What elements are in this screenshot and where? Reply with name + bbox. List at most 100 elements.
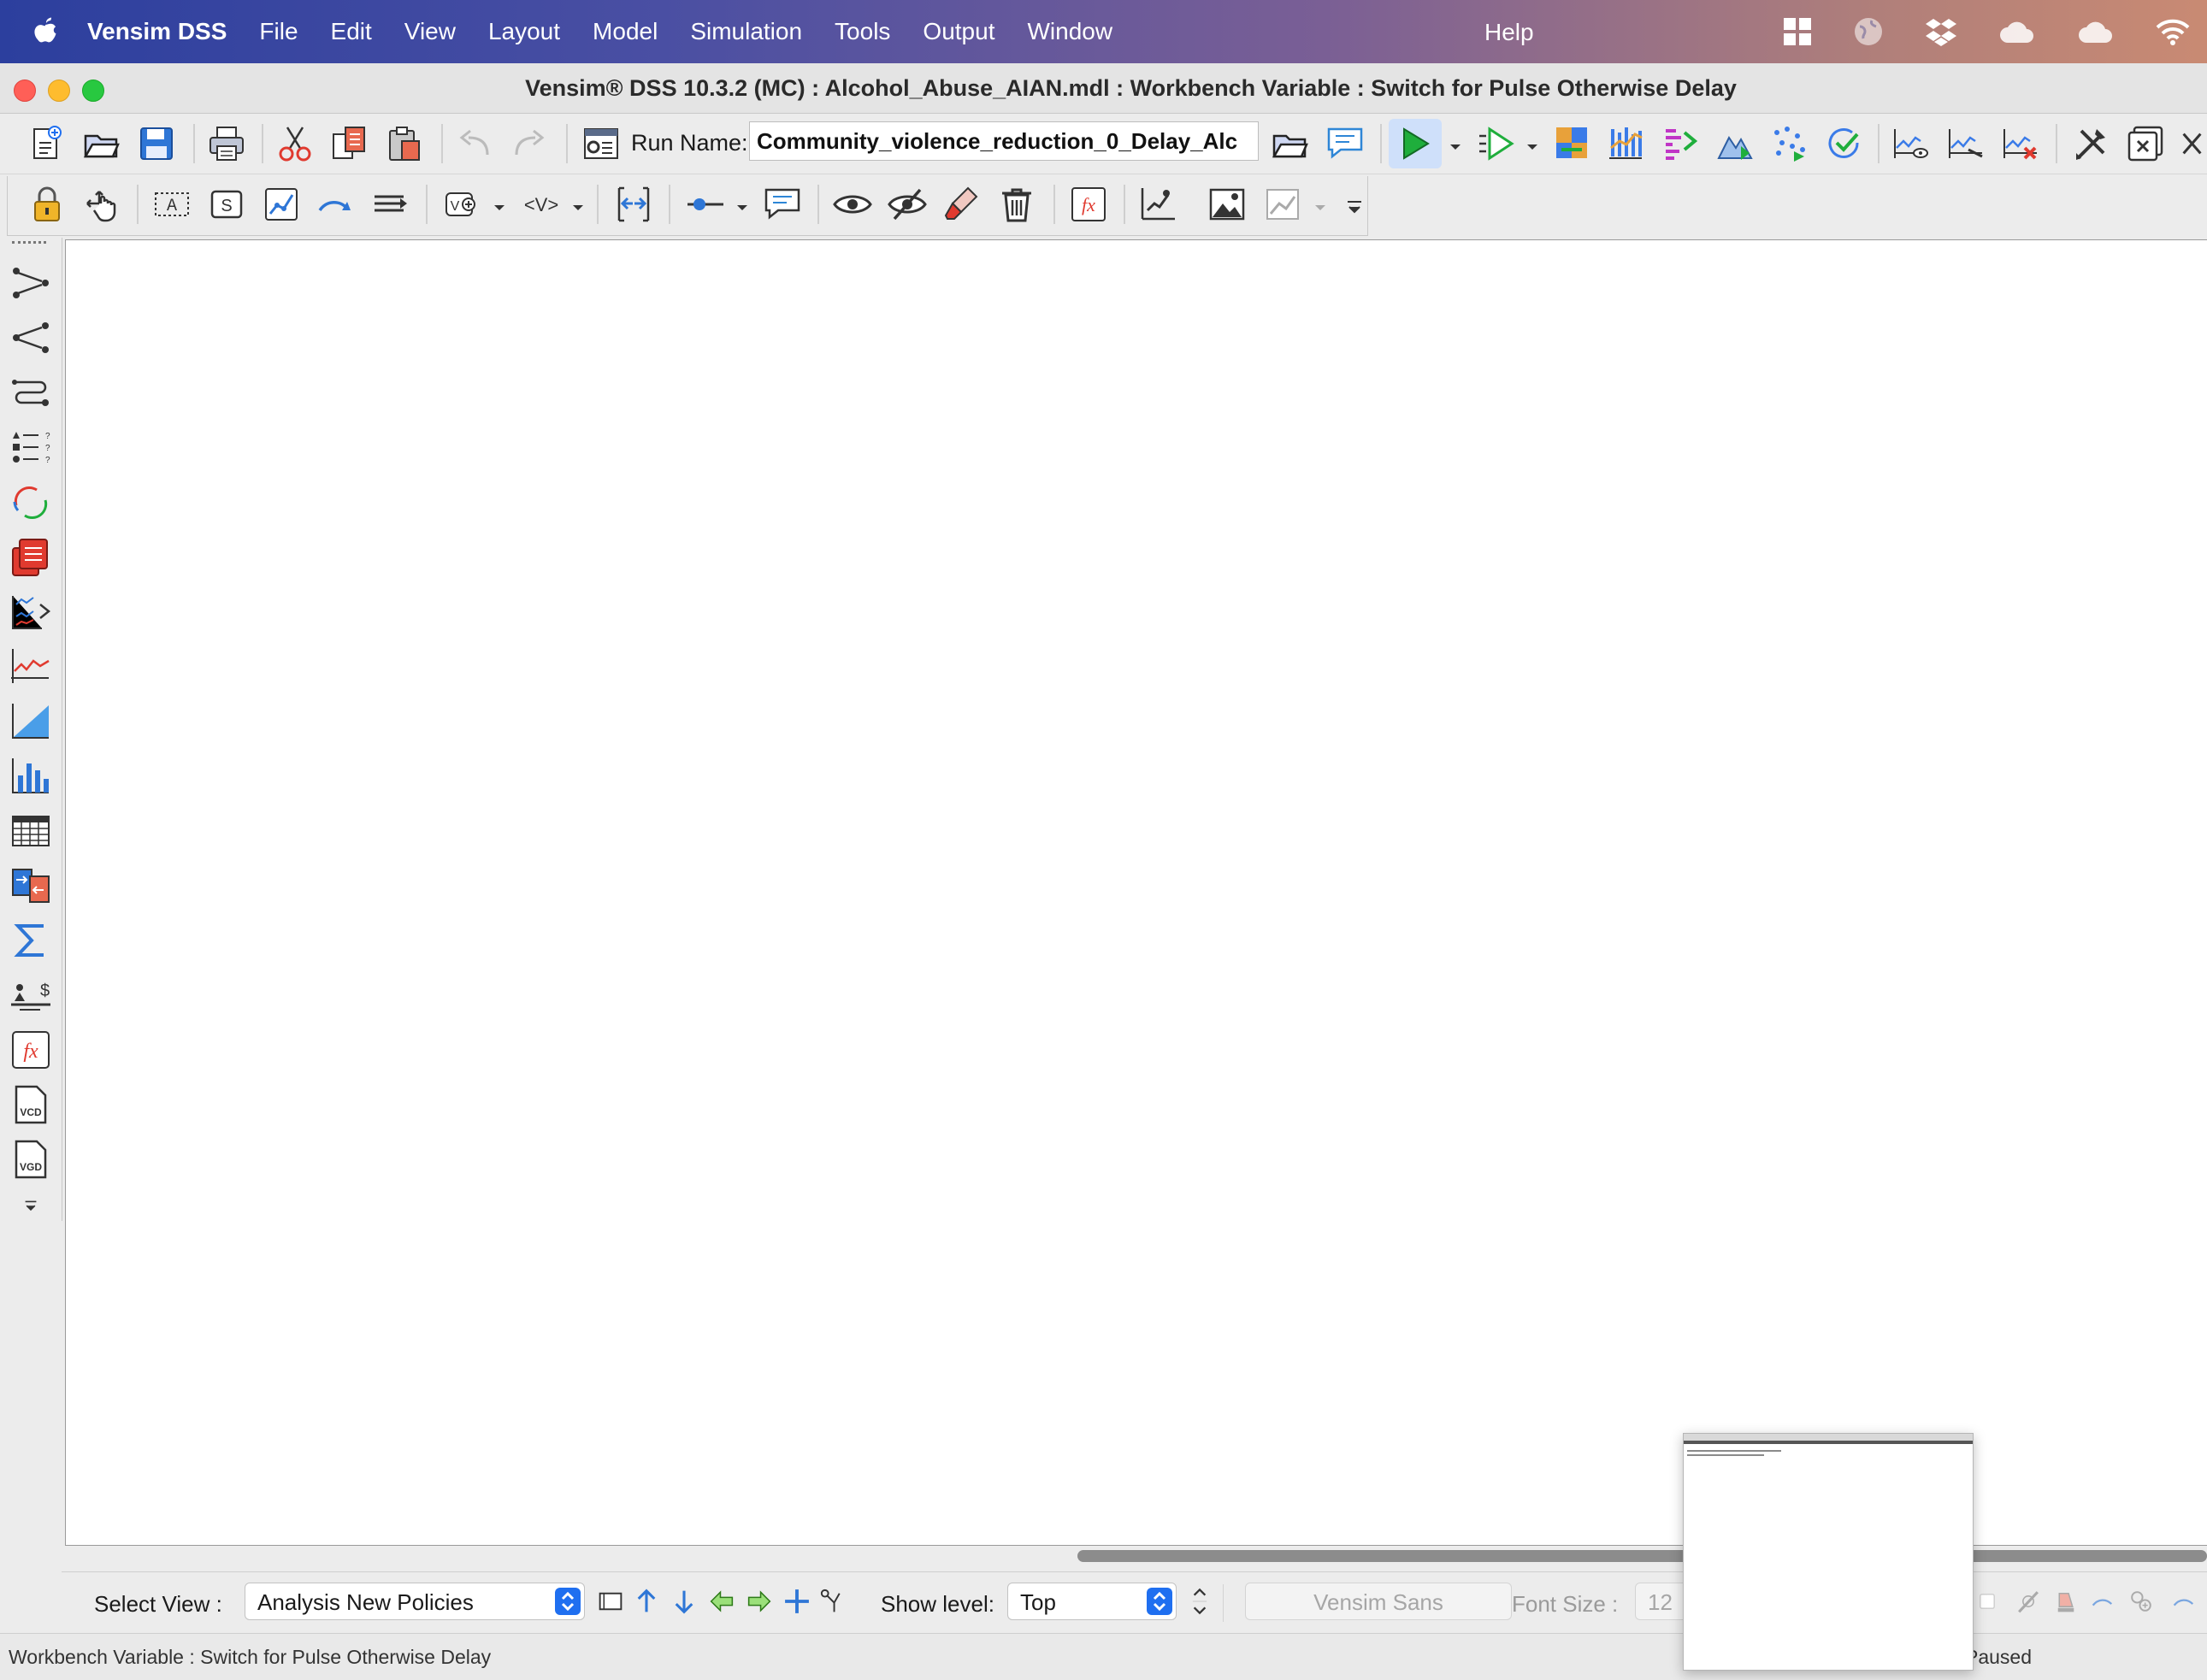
- chevron-down-icon[interactable]: [489, 183, 510, 226]
- menu-window[interactable]: Window: [1027, 18, 1112, 45]
- zoom-window-button[interactable]: [82, 80, 104, 102]
- palette-overflow-icon[interactable]: [7, 1194, 55, 1219]
- close-icon[interactable]: [2177, 122, 2207, 165]
- runs-compare-icon[interactable]: [7, 698, 55, 746]
- checkbox-icon[interactable]: [1970, 1583, 2004, 1620]
- close-window-button[interactable]: [14, 80, 36, 102]
- chevron-down-icon[interactable]: [568, 183, 588, 226]
- move-hand-icon[interactable]: [80, 183, 123, 226]
- units-check-icon[interactable]: ???: [7, 424, 55, 472]
- hide-runs-icon[interactable]: [1944, 122, 1987, 165]
- open-folder-icon[interactable]: [80, 122, 123, 165]
- menu-view[interactable]: View: [404, 18, 456, 45]
- menu-layout[interactable]: Layout: [488, 18, 560, 45]
- right-arrow-icon[interactable]: [742, 1583, 776, 1620]
- output-window-thumbnail[interactable]: [1683, 1433, 1974, 1671]
- arrow-style-icon[interactable]: [2162, 1583, 2207, 1620]
- tools-icon[interactable]: [2069, 122, 2112, 165]
- apple-icon[interactable]: [31, 15, 60, 48]
- browse-run-folder-icon[interactable]: [1269, 122, 1312, 165]
- eraser-icon[interactable]: [941, 183, 983, 226]
- sensitivity-icon[interactable]: [1604, 122, 1647, 165]
- reality-check-icon[interactable]: [1823, 122, 1866, 165]
- variable-tool-icon[interactable]: A: [150, 183, 193, 226]
- line-color-icon[interactable]: [2011, 1583, 2045, 1620]
- chevron-down-icon[interactable]: [1522, 122, 1543, 165]
- comment-icon[interactable]: [1324, 122, 1366, 165]
- graph-icon[interactable]: [7, 643, 55, 691]
- cloud-icon[interactable]: [2077, 19, 2115, 44]
- cut-icon[interactable]: [274, 122, 316, 165]
- equation-fx-icon[interactable]: fx: [1067, 183, 1110, 226]
- comment-tool-icon[interactable]: [761, 183, 804, 226]
- view-frame-icon[interactable]: [593, 1583, 628, 1620]
- synthesim-play-icon[interactable]: [1474, 122, 1517, 165]
- shadow-variable-icon[interactable]: <V>: [520, 183, 563, 226]
- zoom-icon[interactable]: [2124, 1583, 2158, 1620]
- add-variable-icon[interactable]: V: [441, 183, 484, 226]
- horizontal-scrollbar[interactable]: [1077, 1550, 2207, 1562]
- down-arrow-icon[interactable]: [667, 1583, 701, 1620]
- menu-simulation[interactable]: Simulation: [690, 18, 802, 45]
- arrow-style-icon[interactable]: [2086, 1583, 2121, 1620]
- view-tree-icon[interactable]: [816, 1583, 850, 1620]
- equation-fx-icon[interactable]: fx: [7, 1026, 55, 1074]
- uses-tree-icon[interactable]: [7, 315, 55, 363]
- save-icon[interactable]: [135, 122, 178, 165]
- stock-tool-icon[interactable]: S: [205, 183, 248, 226]
- globe-icon[interactable]: [1853, 16, 1884, 47]
- lock-icon[interactable]: [26, 183, 68, 226]
- up-arrow-icon[interactable]: [629, 1583, 664, 1620]
- cloud-icon[interactable]: [1998, 19, 2036, 44]
- sum-sigma-icon[interactable]: [7, 917, 55, 964]
- undo-icon[interactable]: [453, 122, 496, 165]
- menu-output[interactable]: Output: [923, 18, 994, 45]
- loop-cycle-icon[interactable]: [7, 479, 55, 527]
- windows-grid-icon[interactable]: [1783, 17, 1812, 46]
- paste-icon[interactable]: [383, 122, 426, 165]
- chart-template-icon[interactable]: [1262, 183, 1305, 226]
- add-view-plus-icon[interactable]: [780, 1583, 814, 1620]
- sketch-canvas[interactable]: [65, 239, 2207, 1546]
- document-causes-icon[interactable]: $: [7, 971, 55, 1019]
- chevron-down-icon[interactable]: [732, 183, 752, 226]
- run-name-input[interactable]: [749, 121, 1259, 161]
- menu-file[interactable]: File: [259, 18, 298, 45]
- simulate-play-icon[interactable]: [1389, 119, 1442, 168]
- menu-model[interactable]: Model: [593, 18, 658, 45]
- table-icon[interactable]: [7, 807, 55, 855]
- menu-edit[interactable]: Edit: [331, 18, 372, 45]
- arrow-tool-icon[interactable]: [315, 183, 357, 226]
- print-icon[interactable]: [205, 122, 248, 165]
- menu-tools[interactable]: Tools: [835, 18, 890, 45]
- vgd-file-icon[interactable]: VGD: [7, 1135, 55, 1183]
- document-icon[interactable]: [7, 533, 55, 581]
- calibrate-icon[interactable]: [1714, 122, 1756, 165]
- font-name-field[interactable]: Vensim Sans: [1245, 1583, 1512, 1620]
- delete-runs-icon[interactable]: [1999, 122, 2042, 165]
- chevron-down-icon[interactable]: [1445, 122, 1466, 165]
- chevron-down-icon[interactable]: [1310, 183, 1331, 226]
- dropbox-icon[interactable]: [1925, 17, 1957, 46]
- loops-icon[interactable]: [7, 369, 55, 417]
- vcd-file-icon[interactable]: VCD: [7, 1081, 55, 1129]
- causes-tree-icon[interactable]: [7, 260, 55, 308]
- copy-icon[interactable]: [328, 122, 371, 165]
- monte-carlo-icon[interactable]: [1768, 122, 1811, 165]
- close-document-icon[interactable]: [2124, 122, 2167, 165]
- eye-icon[interactable]: [831, 183, 874, 226]
- causes-strip-icon[interactable]: [7, 588, 55, 636]
- optimize-icon[interactable]: [1659, 122, 1702, 165]
- app-menu[interactable]: Vensim DSS: [87, 18, 227, 45]
- redo-icon[interactable]: [508, 122, 551, 165]
- input-slider-icon[interactable]: [684, 183, 727, 226]
- menu-help[interactable]: Help: [1484, 19, 1534, 46]
- run-settings-icon[interactable]: [580, 122, 623, 165]
- hide-eye-icon[interactable]: [886, 183, 929, 226]
- game-mode-icon[interactable]: [1551, 122, 1594, 165]
- show-level-dropdown[interactable]: Top: [1007, 1583, 1177, 1620]
- toolbar-overflow-icon[interactable]: [1342, 183, 1366, 226]
- minimize-window-button[interactable]: [48, 80, 70, 102]
- image-icon[interactable]: [1206, 183, 1248, 226]
- bar-graph-icon[interactable]: [7, 752, 55, 800]
